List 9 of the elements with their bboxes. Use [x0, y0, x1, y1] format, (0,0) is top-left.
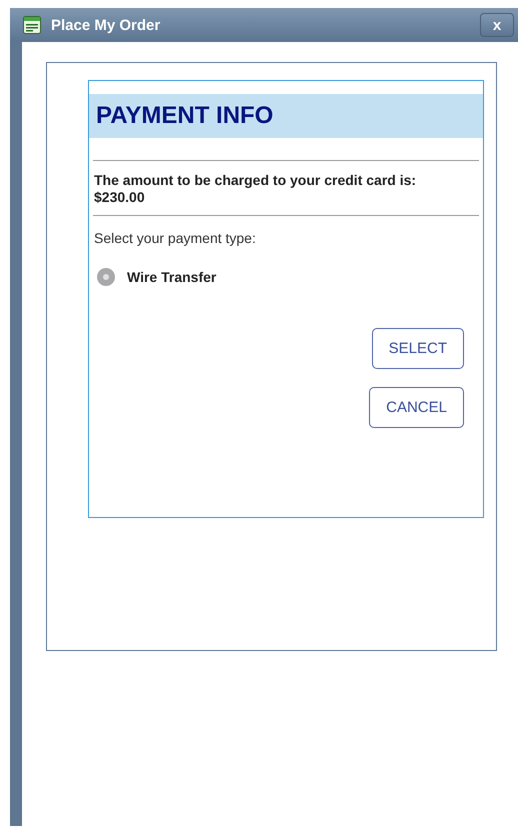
prompt-text: Select your payment type: — [93, 229, 257, 246]
card-heading: PAYMENT INFO — [89, 94, 483, 138]
window-title: Place My Order — [51, 16, 160, 34]
amount-text: The amount to be charged to your credit card is: $230.00 — [93, 171, 418, 207]
select-button[interactable]: SELECT — [372, 328, 464, 369]
window-icon — [23, 16, 41, 34]
close-button[interactable]: x — [480, 13, 514, 37]
cancel-button[interactable]: CANCEL — [369, 387, 464, 428]
option-label: Wire Transfer — [127, 269, 216, 285]
